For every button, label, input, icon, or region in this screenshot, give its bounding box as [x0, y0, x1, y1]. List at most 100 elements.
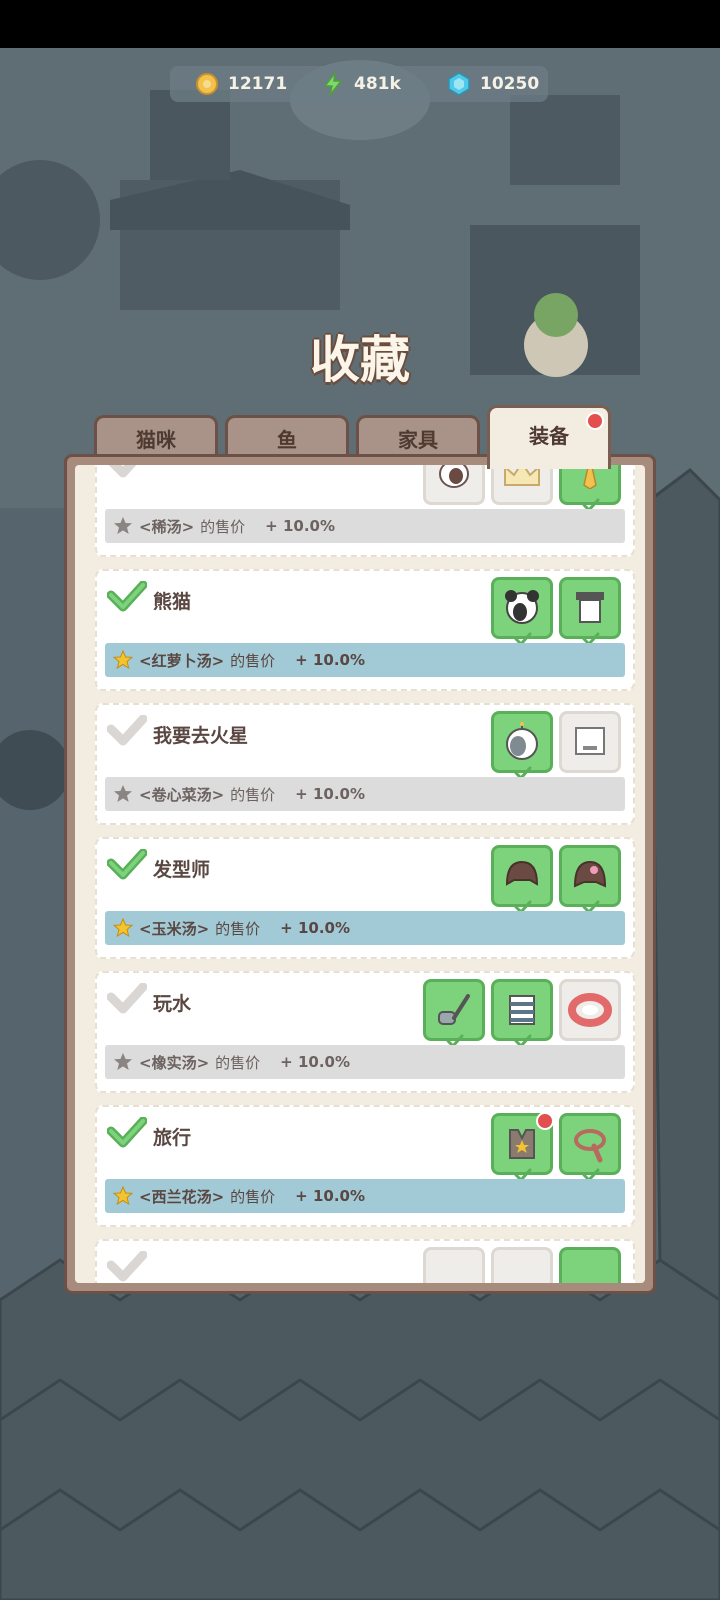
- snorkel-icon: [438, 994, 470, 1025]
- heart-check-icon: [107, 715, 147, 746]
- gem-counter[interactable]: 10250: [448, 72, 548, 96]
- equipment-slot[interactable]: [423, 979, 485, 1048]
- panda-mask-icon: [505, 590, 539, 624]
- heart-check-icon: [107, 849, 147, 880]
- tab-fish-label: 鱼: [277, 428, 297, 452]
- equipment-slot[interactable]: [559, 979, 621, 1041]
- flower-hair-icon: [573, 860, 607, 888]
- soup-name: <红萝卜汤>: [139, 651, 225, 670]
- notification-dot: [586, 412, 604, 430]
- bonus-value: + 10.0%: [295, 1187, 365, 1205]
- heart-check-icon: [107, 983, 147, 1014]
- equipment-slot[interactable]: [491, 1112, 554, 1182]
- vest-icon: [509, 1129, 535, 1159]
- tab-equipment-label: 装备: [529, 424, 569, 448]
- coin-counter[interactable]: 12171: [196, 73, 296, 95]
- status-bar: [0, 0, 720, 48]
- heart-check-icon: [107, 1251, 147, 1282]
- collection-card-panda[interactable]: 熊猫 <红萝卜汤> 的售价 + 10.0%: [95, 569, 635, 691]
- bonus-bar: <卷心菜汤> 的售价 + 10.0%: [105, 777, 625, 811]
- bonus-value: + 10.0%: [295, 785, 365, 803]
- bonus-bar: <红萝卜汤> 的售价 + 10.0%: [105, 643, 625, 677]
- star-icon: [114, 517, 132, 534]
- collection-name: 我要去火星: [153, 725, 249, 747]
- bonus-value: + 10.0%: [295, 651, 365, 669]
- star-icon: [113, 650, 133, 670]
- coin-icon: [196, 73, 218, 95]
- star-icon: [114, 1053, 132, 1070]
- equipment-slot[interactable]: [491, 465, 553, 505]
- equipment-slot[interactable]: [559, 1247, 621, 1283]
- striped-shirt-icon: [509, 995, 535, 1025]
- bonus-label: 的售价: [200, 517, 246, 536]
- wig-icon: [505, 860, 539, 886]
- equipment-slot[interactable]: [491, 711, 553, 780]
- tab-furniture-label: 家具: [398, 428, 438, 452]
- collection-panel: <稀汤> 的售价 + 10.0% 熊猫 <红萝卜汤> 的售价 + 10.0% 我…: [64, 454, 656, 1294]
- energy-value: 481k: [354, 74, 401, 94]
- bonus-bar: <橡实汤> 的售价 + 10.0%: [105, 1045, 625, 1079]
- space-helmet-icon: [506, 722, 538, 760]
- resource-bar: 12171 481k 10250: [170, 66, 548, 102]
- equipment-slot[interactable]: [491, 577, 553, 646]
- collection-card-thin-soup[interactable]: <稀汤> 的售价 + 10.0%: [95, 465, 635, 557]
- mask-icon: [439, 465, 469, 488]
- equipment-slot[interactable]: [491, 845, 553, 914]
- equipment-slot[interactable]: [423, 465, 485, 505]
- collection-list: <稀汤> 的售价 + 10.0% 熊猫 <红萝卜汤> 的售价 + 10.0% 我…: [75, 465, 645, 1283]
- soup-name: <卷心菜汤>: [139, 785, 225, 804]
- tab-equipment[interactable]: 装备: [487, 405, 611, 469]
- space-suit-icon: [575, 727, 605, 755]
- equipment-slot[interactable]: [491, 979, 553, 1048]
- heart-check-icon: [108, 465, 137, 478]
- soup-name: <橡实汤>: [139, 1053, 210, 1072]
- bonus-label: 的售价: [215, 1053, 261, 1072]
- coin-value: 12171: [228, 74, 288, 94]
- equipment-slot[interactable]: [491, 1247, 553, 1283]
- bonus-label: 的售价: [215, 919, 261, 938]
- equipment-slot[interactable]: [423, 1247, 485, 1283]
- bonus-label: 的售价: [230, 651, 276, 670]
- heart-check-icon: [107, 581, 147, 612]
- bonus-value: + 10.0%: [280, 919, 350, 937]
- equipment-slot[interactable]: [559, 465, 621, 512]
- equipment-slot[interactable]: [559, 577, 621, 646]
- collection-card-travel[interactable]: 旅行 <西兰花汤> 的售价 + 10.0%: [95, 1105, 635, 1227]
- tab-cats-label: 猫咪: [136, 428, 176, 452]
- heart-check-icon: [107, 1117, 147, 1148]
- collection-list-viewport[interactable]: <稀汤> 的售价 + 10.0% 熊猫 <红萝卜汤> 的售价 + 10.0% 我…: [75, 465, 645, 1283]
- notification-dot: [536, 1112, 554, 1130]
- energy-icon: [323, 72, 343, 96]
- equipment-slot[interactable]: [559, 1113, 621, 1182]
- bonus-value: + 10.0%: [265, 517, 335, 535]
- gem-icon: [448, 72, 470, 96]
- star-icon: [114, 785, 132, 802]
- collection-card-partial[interactable]: [95, 1239, 635, 1283]
- collection-name: 玩水: [153, 993, 192, 1015]
- swim-ring-icon: [568, 993, 612, 1027]
- bonus-bar: <西兰花汤> 的售价 + 10.0%: [105, 1179, 625, 1213]
- page-title: 收藏: [310, 331, 410, 389]
- collection-card-mars[interactable]: 我要去火星 <卷心菜汤> 的售价 + 10.0%: [95, 703, 635, 825]
- bonus-bar: <玉米汤> 的售价 + 10.0%: [105, 911, 625, 945]
- scarf-icon: [574, 1129, 606, 1163]
- bonus-label: 的售价: [230, 1187, 276, 1206]
- collection-name: 熊猫: [153, 591, 192, 613]
- gem-value: 10250: [480, 74, 540, 94]
- soup-name: <玉米汤>: [139, 919, 210, 938]
- collection-card-water-play[interactable]: 玩水 <橡实汤> 的售价 + 10.0%: [95, 971, 635, 1093]
- bonus-value: + 10.0%: [280, 1053, 350, 1071]
- collection-name: 发型师: [153, 859, 211, 881]
- panda-suit-icon: [576, 592, 604, 623]
- bonus-bar: <稀汤> 的售价 + 10.0%: [105, 509, 625, 543]
- equipment-slot[interactable]: [559, 711, 621, 773]
- collection-name: 旅行: [153, 1127, 192, 1149]
- soup-name: <西兰花汤>: [139, 1187, 225, 1206]
- collection-card-hairdresser[interactable]: 发型师 <玉米汤> 的售价 + 10.0%: [95, 837, 635, 959]
- energy-counter[interactable]: 481k: [322, 72, 422, 96]
- bonus-label: 的售价: [230, 785, 276, 804]
- star-icon: [113, 918, 133, 938]
- equipment-slot[interactable]: [559, 845, 621, 914]
- soup-name: <稀汤>: [139, 517, 195, 536]
- star-icon: [113, 1186, 133, 1206]
